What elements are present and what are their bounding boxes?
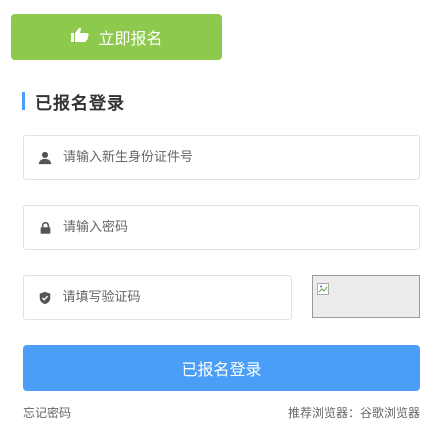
register-now-button[interactable]: 立即报名 [11,14,222,60]
register-now-label: 立即报名 [98,29,163,48]
captcha-input[interactable] [62,290,291,305]
lock-icon [38,220,53,236]
recommended-browser-label: 推荐浏览器： [287,406,360,420]
user-icon [38,150,53,166]
shield-icon [38,290,52,306]
broken-image-icon [317,280,329,295]
section-header: 已报名登录 [22,90,125,114]
password-input[interactable] [62,220,419,235]
id-number-field[interactable] [23,135,420,180]
login-button-label: 已报名登录 [181,360,262,379]
password-field[interactable] [23,205,420,250]
recommended-browser-link[interactable]: 谷歌浏览器 [360,406,420,420]
section-accent-bar [22,92,25,110]
login-button[interactable]: 已报名登录 [23,345,420,391]
registration-login-panel: 立即报名 已报名登录 请输入新生身份证件号 请填写验证码 已报名登录 忘记密码 … [0,0,431,441]
id-number-input[interactable] [62,150,419,165]
hand-pointing-icon [70,27,90,47]
section-title: 已报名登录 [35,93,125,114]
forgot-password-link[interactable]: 忘记密码 [23,404,71,421]
captcha-field[interactable] [23,275,292,320]
browser-recommendation: 推荐浏览器：谷歌浏览器 [288,404,420,421]
captcha-image[interactable] [312,275,420,318]
